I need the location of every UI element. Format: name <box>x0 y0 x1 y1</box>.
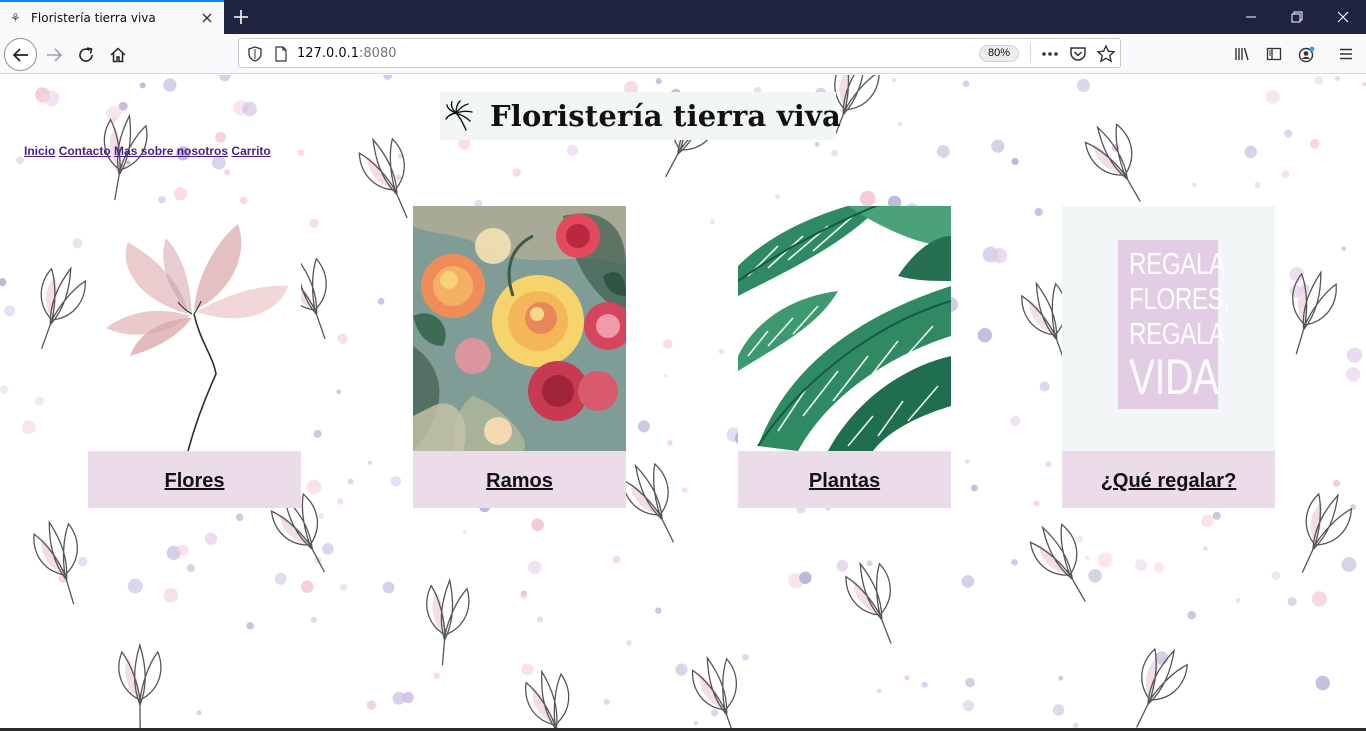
tracking-shield-icon[interactable] <box>248 46 262 67</box>
category-label-box[interactable]: Ramos <box>413 451 626 508</box>
site-header: Floristería tierra viva <box>440 92 841 140</box>
palm-leaf-logo-icon <box>445 100 473 131</box>
category-card-plantas[interactable]: Plantas <box>738 206 951 508</box>
category-label-box[interactable]: Plantas <box>738 451 951 508</box>
nav-link-carrito[interactable]: Carrito <box>231 144 270 158</box>
address-bar-divider <box>1030 43 1031 63</box>
category-link-que-regalar[interactable]: ¿Qué regalar? <box>1062 470 1275 493</box>
url-text[interactable]: 127.0.0.1:8080 <box>297 46 397 61</box>
poster-line-4: VIDA <box>1129 349 1219 405</box>
browser-tab-bar: ⚘ Floristería tierra viva <box>0 0 1366 34</box>
category-label-box[interactable]: ¿Qué regalar? <box>1062 451 1275 508</box>
tab-close-icon[interactable] <box>198 9 216 27</box>
page-actions-icon[interactable] <box>1040 44 1060 64</box>
category-link-plantas[interactable]: Plantas <box>738 470 951 493</box>
poster-line-3: REGALA <box>1129 316 1225 351</box>
restore-window-icon[interactable] <box>1274 0 1320 34</box>
nav-link-mas-sobre-nosotros[interactable]: Mas sobre nosotros <box>114 144 228 158</box>
category-label-box[interactable]: Flores <box>88 451 301 508</box>
main-navigation: Inicio Contacto Mas sobre nosotros Carri… <box>24 144 271 158</box>
new-tab-icon[interactable] <box>229 5 253 29</box>
site-title: Floristería tierra viva <box>490 99 842 133</box>
banana-leaves-watercolor-image <box>738 206 951 451</box>
forward-arrow-icon[interactable] <box>37 38 69 70</box>
category-link-flores[interactable]: Flores <box>88 470 301 493</box>
sidebar-icon[interactable] <box>1262 42 1286 66</box>
reload-icon[interactable] <box>69 38 101 70</box>
browser-navigation-bar: 127.0.0.1:8080 80% <box>0 34 1366 74</box>
gift-poster-image: REGALA FLORES, REGALA VIDA <box>1062 206 1275 451</box>
bookmark-star-icon[interactable] <box>1096 44 1116 64</box>
nav-link-inicio[interactable]: Inicio <box>24 144 55 158</box>
url-port: :8080 <box>359 46 397 61</box>
account-icon[interactable] <box>1294 42 1318 66</box>
browser-tab-active[interactable]: ⚘ Floristería tierra viva <box>0 0 224 34</box>
url-host: 127.0.0.1 <box>297 46 360 61</box>
minimize-window-icon[interactable] <box>1228 0 1274 34</box>
flower-watercolor-image <box>88 206 301 451</box>
menu-hamburger-icon[interactable] <box>1334 42 1358 66</box>
category-card-que-regalar[interactable]: REGALA FLORES, REGALA VIDA ¿Qué regalar? <box>1062 206 1275 508</box>
flower-favicon-icon: ⚘ <box>10 11 21 25</box>
gift-poster: REGALA FLORES, REGALA VIDA <box>1118 240 1230 409</box>
tab-title: Floristería tierra viva <box>31 11 156 25</box>
nav-link-contacto[interactable]: Contacto <box>59 144 111 158</box>
category-link-ramos[interactable]: Ramos <box>413 470 626 493</box>
web-page: Floristería tierra viva Inicio Contacto … <box>0 75 1366 731</box>
bouquet-watercolor-image <box>413 206 626 451</box>
category-card-ramos[interactable]: Ramos <box>413 206 626 508</box>
back-arrow-icon[interactable] <box>4 38 37 71</box>
zoom-level-badge[interactable]: 80% <box>979 45 1020 62</box>
poster-line-1: REGALA <box>1129 246 1225 281</box>
category-card-flores[interactable]: Flores <box>88 206 301 508</box>
close-window-icon[interactable] <box>1320 0 1366 34</box>
library-icon[interactable] <box>1230 42 1254 66</box>
pocket-icon[interactable] <box>1068 44 1088 64</box>
address-bar[interactable]: 127.0.0.1:8080 80% <box>238 38 1121 68</box>
page-info-icon[interactable] <box>274 46 288 67</box>
poster-line-2: FLORES, <box>1129 281 1230 316</box>
home-icon[interactable] <box>101 38 133 70</box>
